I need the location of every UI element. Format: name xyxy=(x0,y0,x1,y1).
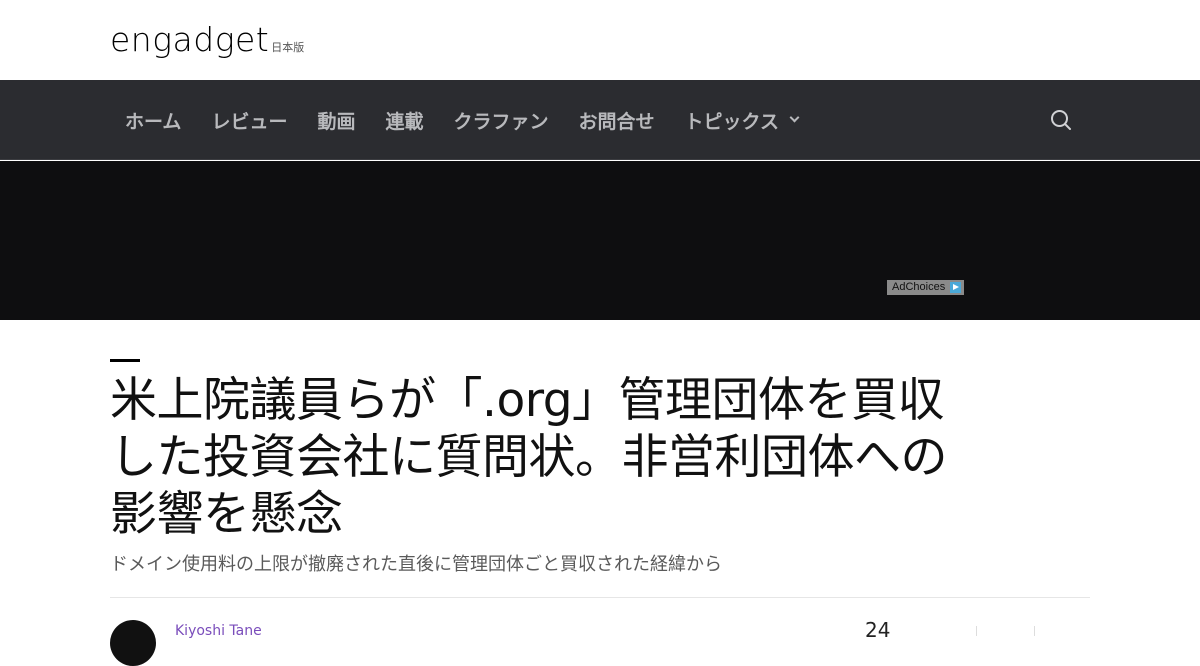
nav-item-reviews[interactable]: レビュー xyxy=(196,80,302,160)
adchoices-label: AdChoices xyxy=(892,281,946,293)
nav-item-label: 動画 xyxy=(317,110,356,133)
nav-item-label: お問合せ xyxy=(578,110,655,133)
search-button[interactable] xyxy=(1046,105,1076,135)
chevron-down-icon xyxy=(789,112,800,123)
search-icon xyxy=(1051,110,1071,130)
divider xyxy=(1034,626,1035,636)
main-nav: ホーム レビュー 動画 連載 クラファン お問合せ トピックス xyxy=(0,80,1200,160)
adchoices-badge[interactable]: AdChoices xyxy=(887,280,964,295)
site-logo[interactable]: engadget 日本版 xyxy=(110,22,304,58)
nav-item-topics[interactable]: トピックス xyxy=(670,80,813,160)
logo-wordmark: engadget xyxy=(110,20,270,59)
ad-banner[interactable]: AdChoices xyxy=(0,161,1200,320)
article-subtitle: ドメイン使用料の上限が撤廃された直後に管理団体ごと買収された経緯から xyxy=(110,554,722,575)
nav-item-label: クラファン xyxy=(453,110,549,133)
nav-item-label: レビュー xyxy=(211,110,288,133)
title-accent-bar xyxy=(110,359,140,362)
divider xyxy=(976,626,977,636)
nav-item-label: トピックス xyxy=(684,110,779,133)
comment-count[interactable]: 24 xyxy=(865,618,890,642)
nav-item-label: ホーム xyxy=(125,110,182,133)
site-header: engadget 日本版 xyxy=(0,0,1200,80)
logo-edition: 日本版 xyxy=(271,41,305,54)
adchoices-icon xyxy=(950,282,961,293)
article-title: 米上院議員らが「.org」管理団体を買収した投資会社に質問状。非営利団体への影響… xyxy=(110,373,948,542)
author-avatar[interactable] xyxy=(110,620,156,666)
nav-item-series[interactable]: 連載 xyxy=(370,80,438,160)
nav-item-label: 連載 xyxy=(385,110,424,133)
author-link[interactable]: Kiyoshi Tane xyxy=(175,622,262,640)
nav-item-home[interactable]: ホーム xyxy=(110,80,196,160)
nav-item-crowdfunding[interactable]: クラファン xyxy=(438,80,563,160)
nav-item-contact[interactable]: お問合せ xyxy=(564,80,670,160)
divider xyxy=(110,597,1090,598)
nav-item-videos[interactable]: 動画 xyxy=(302,80,370,160)
